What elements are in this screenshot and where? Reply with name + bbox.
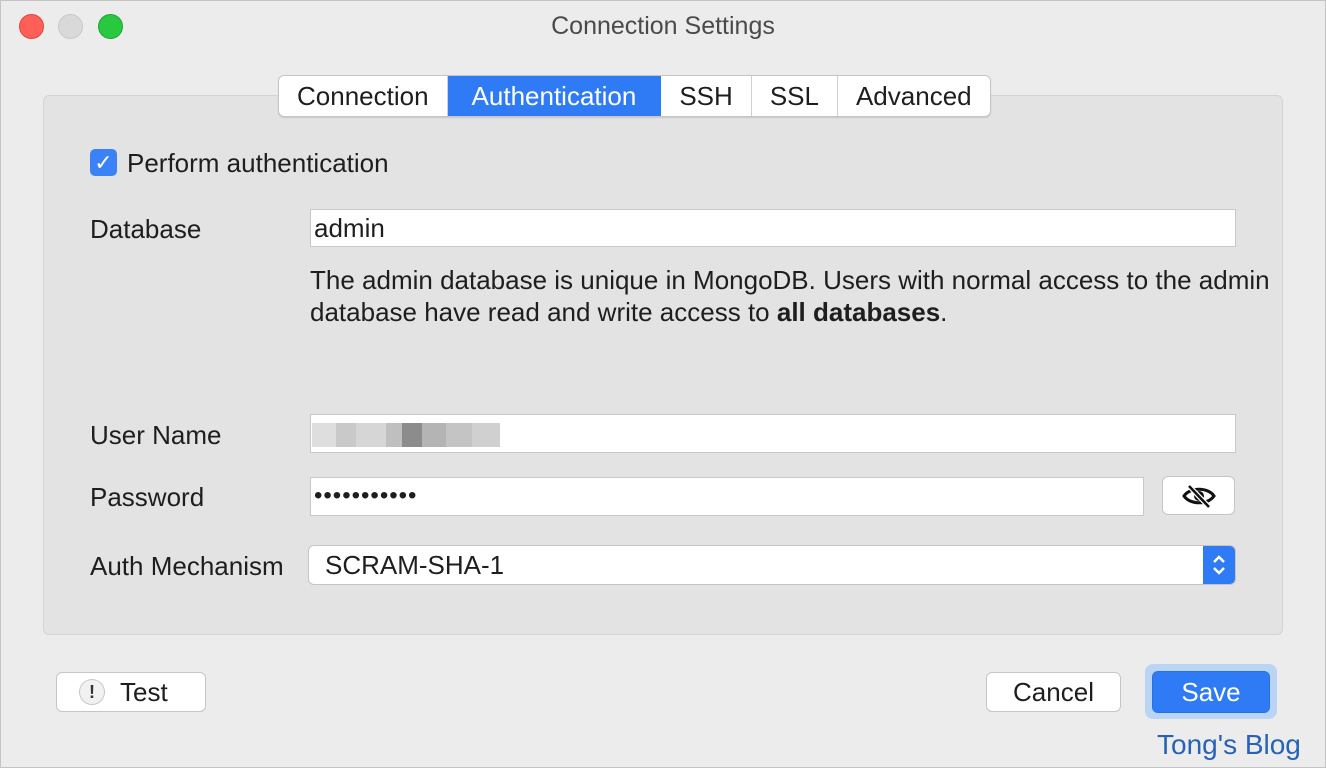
hint-end: . bbox=[940, 297, 948, 327]
redacted-username bbox=[312, 423, 500, 447]
eye-slash-icon bbox=[1181, 483, 1216, 509]
username-input[interactable] bbox=[310, 414, 1236, 453]
tab-authentication[interactable]: Authentication bbox=[447, 76, 662, 116]
watermark-text: Tong's Blog bbox=[1157, 729, 1301, 760]
test-button-label: Test bbox=[120, 677, 168, 707]
database-label: Database bbox=[90, 214, 202, 244]
database-hint: The admin database is unique in MongoDB.… bbox=[310, 264, 1270, 328]
close-window-button[interactable] bbox=[19, 14, 44, 39]
tab-connection[interactable]: Connection bbox=[279, 76, 448, 116]
auth-mechanism-select[interactable]: SCRAM-SHA-1 bbox=[308, 545, 1236, 585]
window-title: Connection Settings bbox=[551, 12, 775, 40]
save-button[interactable]: Save bbox=[1152, 671, 1270, 713]
minimize-window-button[interactable] bbox=[58, 14, 83, 39]
alert-icon: ! bbox=[79, 679, 105, 705]
tab-advanced[interactable]: Advanced bbox=[838, 76, 990, 116]
auth-mechanism-label: Auth Mechanism bbox=[90, 551, 284, 581]
tab-ssl[interactable]: SSL bbox=[752, 76, 838, 116]
hint-bold-text: all databases bbox=[776, 297, 941, 327]
perform-authentication-checkbox[interactable]: ✓ bbox=[90, 149, 117, 176]
password-input[interactable]: ••••••••••• bbox=[310, 477, 1144, 516]
tab-bar: Connection Authentication SSH SSL Advanc… bbox=[278, 75, 991, 117]
database-input[interactable]: admin bbox=[310, 209, 1236, 247]
auth-mechanism-value: SCRAM-SHA-1 bbox=[325, 550, 505, 580]
username-label: User Name bbox=[90, 420, 222, 450]
toggle-password-visibility-button[interactable] bbox=[1162, 476, 1235, 515]
test-button[interactable]: ! Test bbox=[56, 672, 206, 712]
maximize-window-button[interactable] bbox=[98, 14, 123, 39]
tab-ssh[interactable]: SSH bbox=[661, 76, 752, 116]
checkmark-icon: ✓ bbox=[94, 150, 113, 175]
perform-authentication-label[interactable]: Perform authentication bbox=[127, 148, 389, 179]
chevron-up-down-icon bbox=[1203, 546, 1235, 584]
connection-settings-window: Connection Settings Connection Authentic… bbox=[0, 0, 1326, 768]
password-label: Password bbox=[90, 482, 205, 512]
cancel-button[interactable]: Cancel bbox=[986, 672, 1121, 712]
title-bar[interactable]: Connection Settings bbox=[1, 1, 1325, 51]
